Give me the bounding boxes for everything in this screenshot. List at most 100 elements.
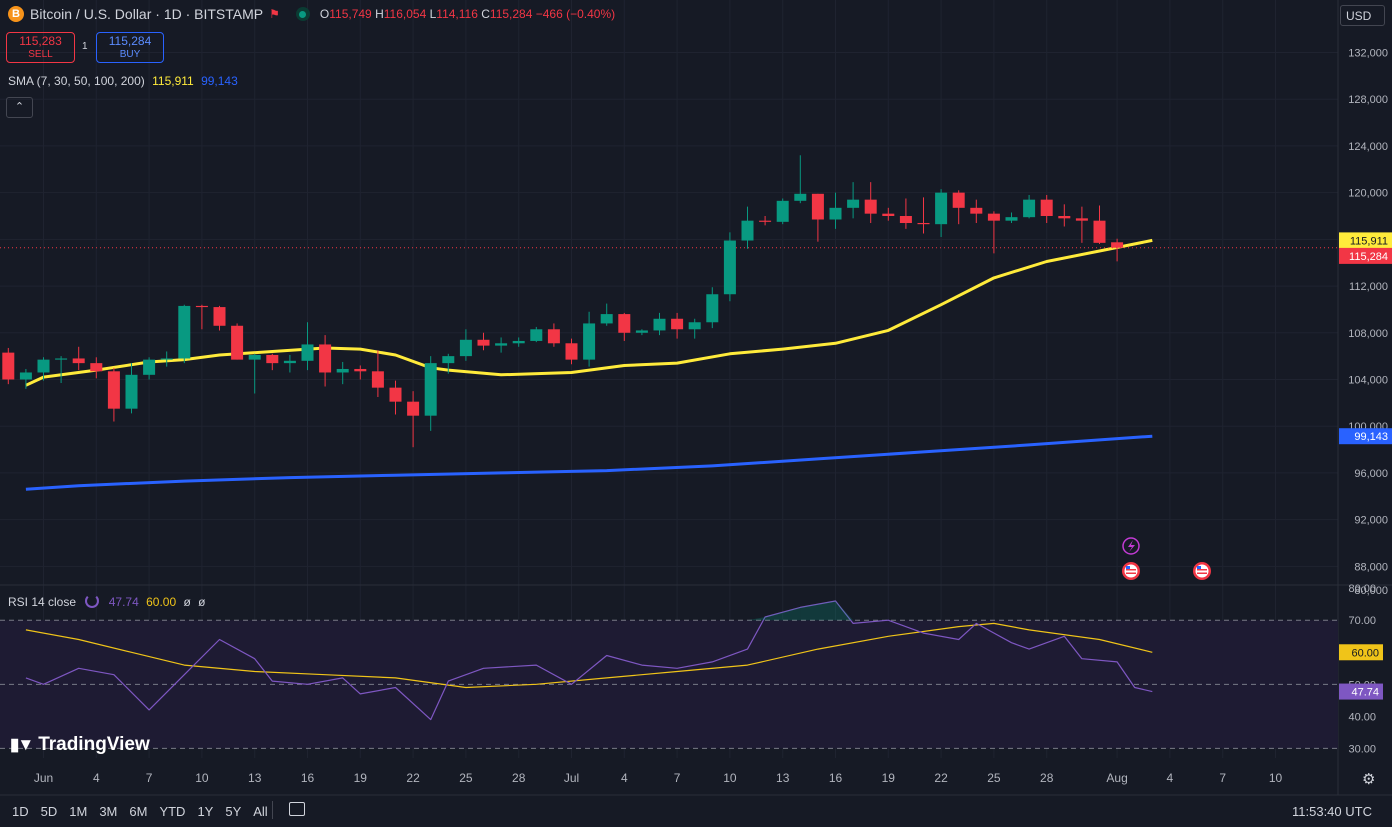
candle-body [213, 307, 226, 326]
time-tick-label: 7 [146, 771, 153, 785]
rsi-tick-label: 40.00 [1348, 711, 1376, 723]
candle [407, 391, 420, 448]
buy-price: 115,284 [108, 34, 152, 48]
rsi-value-tag: 47.74 [1351, 687, 1379, 699]
candle [688, 318, 701, 339]
candle-body [1058, 216, 1071, 219]
rsi-legend[interactable]: RSI 14 close 47.74 60.00 ø ø [8, 594, 206, 609]
price-tick-label: 108,000 [1348, 328, 1388, 340]
price-tick-label: 132,000 [1348, 48, 1388, 60]
sma-label: SMA (7, 30, 50, 100, 200) [8, 74, 145, 88]
time-tick-label: 13 [776, 771, 790, 785]
close-label: C [481, 7, 490, 21]
candle [195, 304, 208, 330]
loading-icon [85, 594, 100, 608]
range-button[interactable]: 6M [129, 804, 147, 819]
time-tick-label: Aug [1106, 771, 1127, 785]
tradingview-icon: ▮▼ [10, 735, 34, 754]
candle [653, 312, 666, 336]
sma-slow-value: 99,143 [201, 74, 238, 88]
candle-body [1023, 199, 1036, 218]
candle [512, 337, 525, 347]
time-tick-label: 13 [248, 771, 262, 785]
time-tick-label: 10 [723, 771, 737, 785]
low-value: 114,116 [436, 7, 478, 21]
high-value: 116,054 [383, 7, 427, 21]
candle-body [1093, 220, 1106, 243]
candle-body [354, 368, 367, 372]
candle-body [2, 352, 15, 380]
range-button[interactable]: 3M [99, 804, 117, 819]
candle [565, 338, 578, 365]
range-button[interactable]: 5D [41, 804, 58, 819]
calendar-icon[interactable] [289, 802, 305, 816]
time-tick-label: 25 [987, 771, 1001, 785]
time-tick-label: 25 [459, 771, 473, 785]
range-button[interactable]: YTD [159, 804, 185, 819]
candle [776, 198, 789, 225]
candle-body [917, 223, 930, 225]
sell-button[interactable]: 115,283 SELL [6, 32, 75, 63]
candle-body [178, 305, 191, 359]
spread-value: 1 [82, 41, 88, 52]
candle-body [143, 359, 156, 375]
time-tick-label: 4 [621, 771, 628, 785]
market-status-icon[interactable] [295, 7, 310, 21]
clock[interactable]: 11:53:40 UTC [1292, 804, 1372, 819]
candle [160, 351, 173, 367]
candle [319, 335, 332, 387]
candle-body [495, 343, 508, 346]
candle [600, 303, 613, 326]
rsi-ma-value: 60.00 [146, 595, 177, 609]
rsi-tick-label: 70.00 [1348, 615, 1376, 627]
symbol-title[interactable]: Bitcoin / U.S. Dollar · 1D · BITSTAMP [30, 6, 263, 22]
candle [107, 367, 120, 422]
close-value: 115,284 [489, 7, 533, 21]
rsi-overbought-fill [747, 617, 766, 621]
sma-legend[interactable]: SMA (7, 30, 50, 100, 200) 115,911 99,143 [8, 74, 238, 88]
buy-label: BUY [119, 49, 141, 60]
candle-body [195, 305, 208, 308]
lightning-bolt [1128, 540, 1135, 552]
candle [635, 329, 648, 336]
candle-body [459, 339, 472, 357]
range-button[interactable]: 1M [69, 804, 87, 819]
lightning-event-icon [1122, 537, 1140, 555]
price-chart[interactable]: 132,000128,000124,000120,000116,000112,0… [0, 0, 1392, 827]
candle-body [1005, 217, 1018, 221]
candle-body [759, 220, 772, 222]
range-button[interactable]: 1Y [197, 804, 213, 819]
range-button[interactable]: 5Y [225, 804, 241, 819]
gear-icon[interactable]: ⚙ [1362, 770, 1375, 788]
time-tick-label: 4 [93, 771, 100, 785]
time-tick-label: 7 [674, 771, 681, 785]
candle-body [565, 343, 578, 360]
buy-button[interactable]: 115,284 BUY [96, 32, 164, 63]
candle-body [477, 339, 490, 346]
flag-icon[interactable]: ⚑ [269, 7, 280, 21]
candle [301, 322, 314, 371]
candle-body [829, 207, 842, 220]
time-tick-label: 10 [1269, 771, 1283, 785]
time-tick-label: 28 [1040, 771, 1054, 785]
chevron-up-icon[interactable]: ⌃ [6, 97, 33, 118]
currency-selector[interactable]: USD [1340, 5, 1385, 26]
candle [530, 326, 543, 343]
range-button[interactable]: All [253, 804, 267, 819]
candle [741, 206, 754, 249]
open-value: 115,749 [329, 7, 372, 21]
bitcoin-icon: B [8, 6, 24, 22]
candle [864, 182, 877, 224]
candle-body [371, 371, 384, 388]
candle [811, 193, 824, 242]
candle-body [1075, 218, 1088, 221]
candle-body [37, 359, 50, 373]
candle [1005, 212, 1018, 224]
rsi-extra-1: ø [183, 595, 191, 609]
price-tick-label: 92,000 [1354, 515, 1388, 527]
candle-body [424, 363, 437, 416]
us-flag-event-icon [1193, 562, 1211, 580]
range-button[interactable]: 1D [12, 804, 29, 819]
time-tick-label: 7 [1219, 771, 1226, 785]
tradingview-logo[interactable]: ▮▼ TradingView [10, 734, 150, 756]
